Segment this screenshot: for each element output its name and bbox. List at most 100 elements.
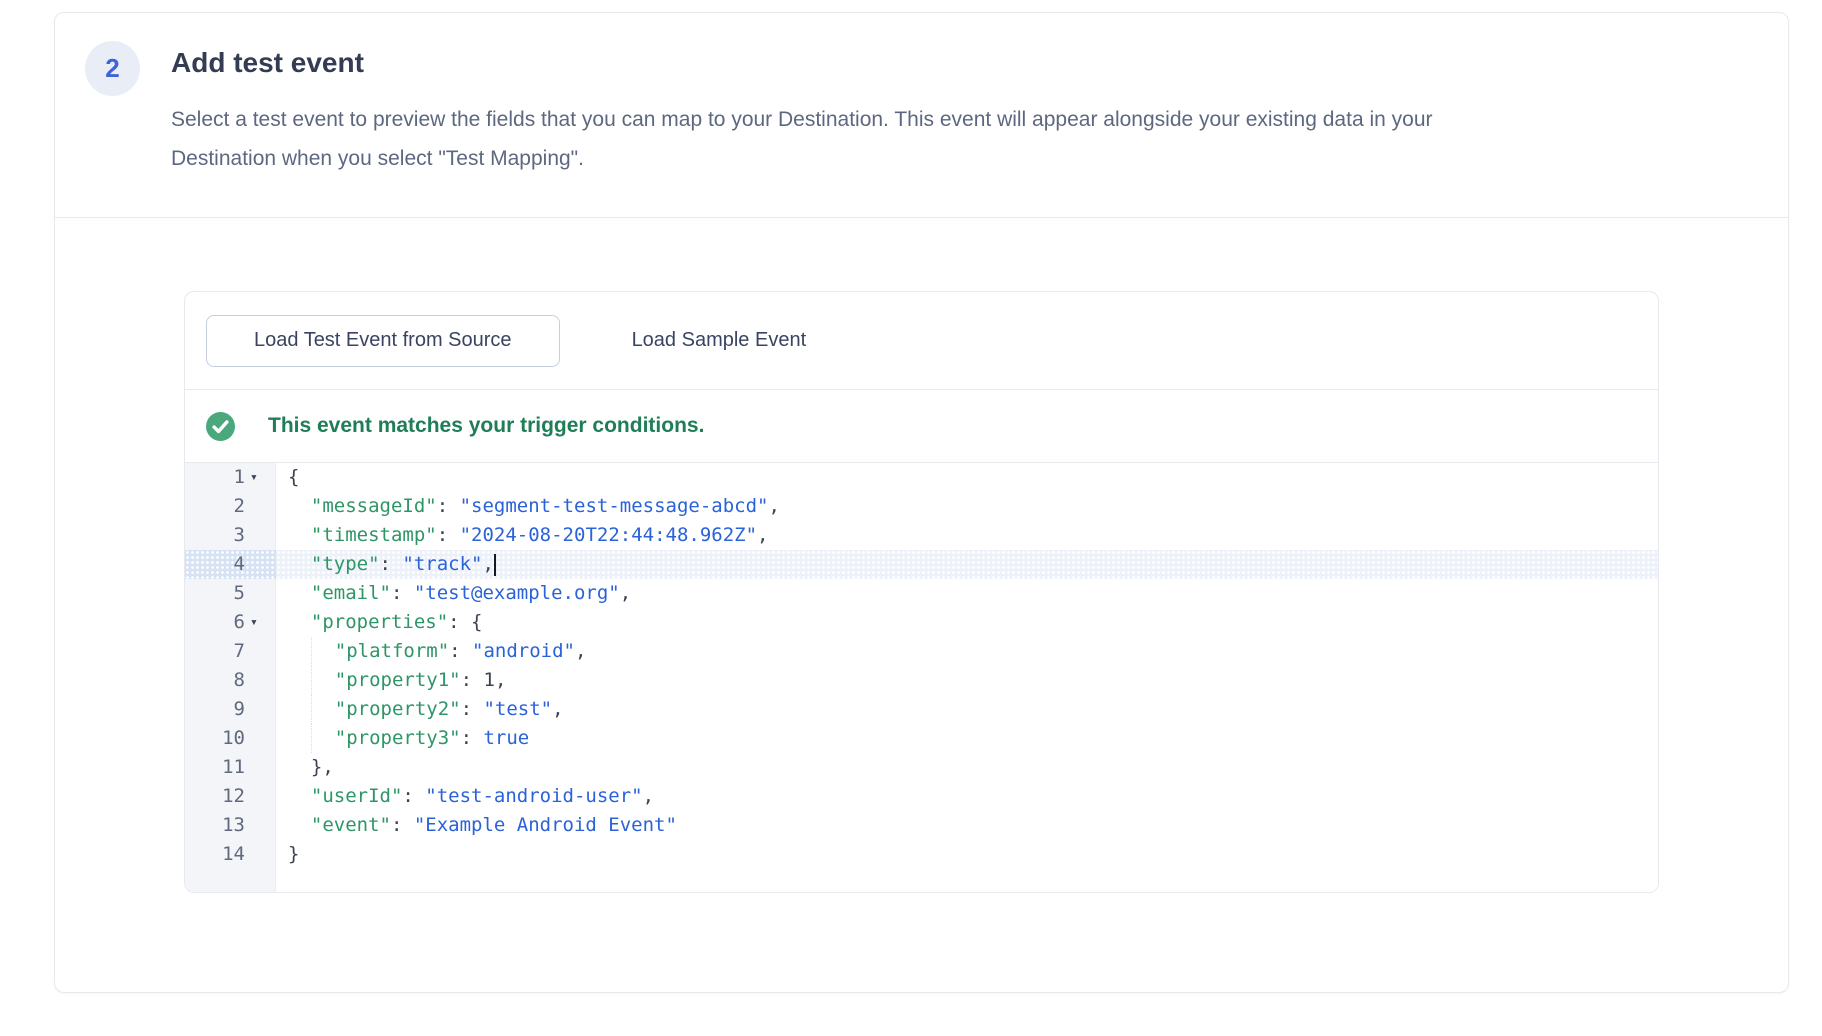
code-content: "userId": "test-android-user", xyxy=(276,782,1658,811)
gutter-cell: 2 xyxy=(185,492,276,521)
token-num: 1 xyxy=(483,666,494,695)
indent xyxy=(288,637,311,666)
code-content: "event": "Example Android Event" xyxy=(276,811,1658,840)
code-content: "messageId": "segment-test-message-abcd"… xyxy=(276,492,1658,521)
token-str: "segment-test-message-abcd" xyxy=(460,492,769,521)
fold-toggle-icon[interactable]: ▾ xyxy=(245,463,276,492)
token-punc: : xyxy=(391,579,414,608)
step-description: Select a test event to preview the field… xyxy=(171,100,1511,178)
token-punc: , xyxy=(757,521,768,550)
token-punc: , xyxy=(575,637,586,666)
gutter-cell: 6▾ xyxy=(185,608,276,637)
token-key: "property1" xyxy=(335,666,461,695)
gutter-cell: 7 xyxy=(185,637,276,666)
step-header-text: Add test event Select a test event to pr… xyxy=(171,41,1511,178)
token-punc: , xyxy=(495,666,506,695)
code-content: }, xyxy=(276,753,1658,782)
indent-guide xyxy=(311,666,335,695)
token-str: "test-android-user" xyxy=(425,782,642,811)
gutter-cell: 13 xyxy=(185,811,276,840)
line-number: 8 xyxy=(234,666,245,695)
token-punc: , xyxy=(643,782,654,811)
token-punc: : xyxy=(437,521,460,550)
add-test-event-card: 2 Add test event Select a test event to … xyxy=(54,12,1789,993)
token-str: "track" xyxy=(402,550,482,579)
line-number: 7 xyxy=(234,637,245,666)
line-number: 14 xyxy=(222,840,245,869)
trigger-match-status: This event matches your trigger conditio… xyxy=(185,390,1658,462)
token-str: "Example Android Event" xyxy=(414,811,677,840)
code-content: } xyxy=(276,840,1658,869)
gutter-cell: 11 xyxy=(185,753,276,782)
check-circle-icon xyxy=(206,412,235,441)
indent xyxy=(288,666,311,695)
code-line[interactable]: 6▾"properties": { xyxy=(185,608,1658,637)
event-source-toolbar: Load Test Event from Source Load Sample … xyxy=(185,292,1658,390)
code-line[interactable]: 13"event": "Example Android Event" xyxy=(185,811,1658,840)
token-key: "messageId" xyxy=(311,492,437,521)
token-punc: } xyxy=(288,840,299,869)
token-punc: , xyxy=(552,695,563,724)
token-key: "platform" xyxy=(335,637,449,666)
line-number: 11 xyxy=(222,753,245,782)
code-line[interactable]: 1▾ { xyxy=(185,463,1658,492)
code-content: "email": "test@example.org", xyxy=(276,579,1658,608)
code-line[interactable]: 4"type": "track", xyxy=(185,550,1658,579)
code-content: "type": "track", xyxy=(276,550,1658,579)
test-event-panel: Load Test Event from Source Load Sample … xyxy=(184,291,1659,893)
code-line[interactable]: 2"messageId": "segment-test-message-abcd… xyxy=(185,492,1658,521)
gutter-cell: 4 xyxy=(185,550,276,579)
token-punc: : xyxy=(437,492,460,521)
token-punc: : xyxy=(380,550,403,579)
indent xyxy=(288,753,311,782)
code-line[interactable]: 12"userId": "test-android-user", xyxy=(185,782,1658,811)
code-content: "platform": "android", xyxy=(276,637,1658,666)
line-number: 6 xyxy=(234,608,245,637)
token-str: "test@example.org" xyxy=(414,579,620,608)
code-content: "properties": { xyxy=(276,608,1658,637)
indent xyxy=(288,811,311,840)
gutter-cell: 5 xyxy=(185,579,276,608)
code-line[interactable]: 3"timestamp": "2024-08-20T22:44:48.962Z"… xyxy=(185,521,1658,550)
code-line[interactable]: 9"property2": "test", xyxy=(185,695,1658,724)
status-message: This event matches your trigger conditio… xyxy=(268,414,704,438)
code-line[interactable]: 11}, xyxy=(185,753,1658,782)
token-punc: }, xyxy=(311,753,334,782)
code-line[interactable]: 7 "platform": "android", xyxy=(185,637,1658,666)
gutter-cell: 12 xyxy=(185,782,276,811)
token-key: "userId" xyxy=(311,782,403,811)
token-punc: { xyxy=(288,463,299,492)
line-number: 5 xyxy=(234,579,245,608)
code-line[interactable]: 14} xyxy=(185,840,1658,869)
load-test-event-button[interactable]: Load Test Event from Source xyxy=(206,315,560,367)
token-key: "email" xyxy=(311,579,391,608)
gutter-cell: 14 xyxy=(185,840,276,869)
indent xyxy=(288,724,311,753)
gutter-cell: 1▾ xyxy=(185,463,276,492)
token-bool: true xyxy=(483,724,529,753)
line-number: 3 xyxy=(234,521,245,550)
token-punc: , xyxy=(482,550,493,579)
indent-guide xyxy=(311,695,335,724)
token-punc: , xyxy=(768,492,779,521)
token-key: "properties" xyxy=(311,608,448,637)
token-key: "timestamp" xyxy=(311,521,437,550)
json-editor[interactable]: 1▾{2"messageId": "segment-test-message-a… xyxy=(185,462,1658,892)
step-body: Load Test Event from Source Load Sample … xyxy=(55,218,1788,893)
code-line[interactable]: 10"property3": true xyxy=(185,724,1658,753)
fold-toggle-icon[interactable]: ▾ xyxy=(245,608,276,637)
line-number: 1 xyxy=(234,463,245,492)
step-number-badge: 2 xyxy=(85,41,140,96)
indent-guide xyxy=(311,637,335,666)
load-sample-event-button[interactable]: Load Sample Event xyxy=(622,329,817,352)
indent xyxy=(288,608,311,637)
step-number: 2 xyxy=(105,53,119,84)
token-punc: : xyxy=(391,811,414,840)
token-punc: : xyxy=(449,637,472,666)
token-key: "property3" xyxy=(335,724,461,753)
indent xyxy=(288,579,311,608)
code-line[interactable]: 5 "email": "test@example.org", xyxy=(185,579,1658,608)
code-line[interactable]: 8"property1": 1, xyxy=(185,666,1658,695)
step-header: 2 Add test event Select a test event to … xyxy=(55,13,1788,218)
indent xyxy=(288,550,311,579)
